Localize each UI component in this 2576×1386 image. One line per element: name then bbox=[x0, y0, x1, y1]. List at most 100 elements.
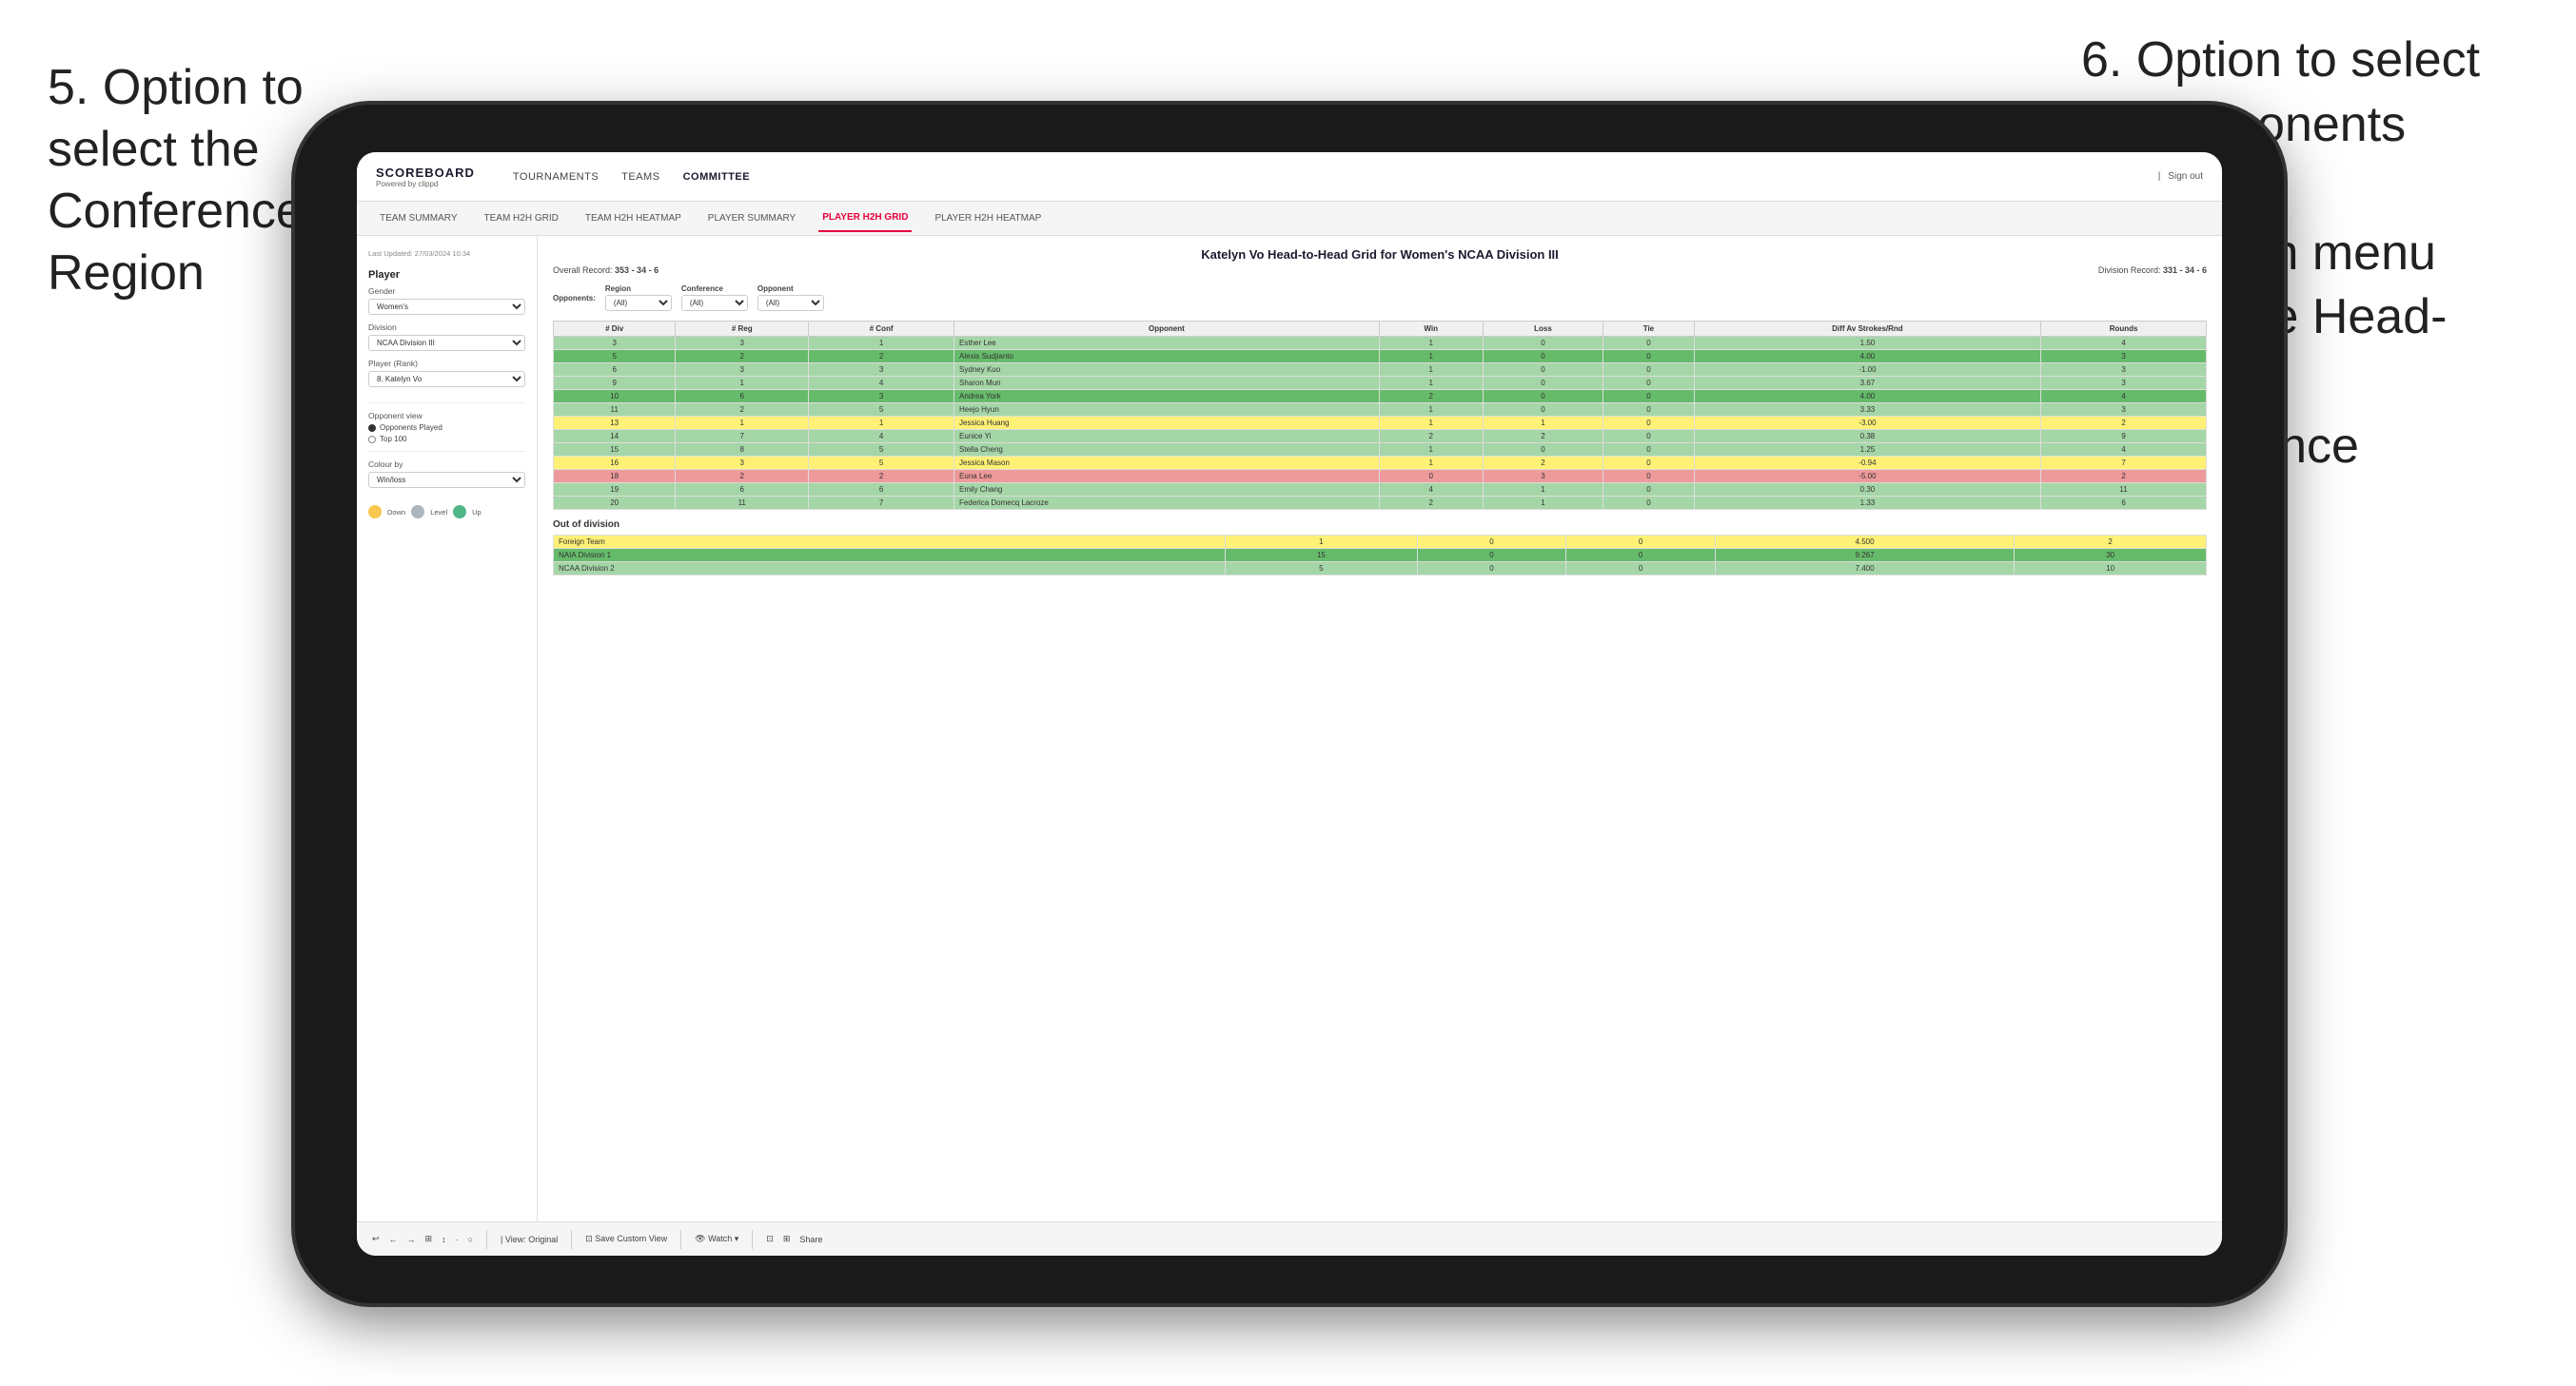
sidebar-divider bbox=[368, 402, 525, 403]
sidebar-top100-option[interactable]: Top 100 bbox=[368, 435, 525, 443]
table-cell: 13 bbox=[554, 417, 676, 430]
toolbar-circle[interactable]: ○ bbox=[468, 1235, 473, 1244]
sidebar-player-rank-select[interactable]: 8. Katelyn Vo bbox=[368, 371, 525, 387]
sidebar-division-label: Division bbox=[368, 322, 525, 332]
table-cell: -1.00 bbox=[1694, 363, 2040, 377]
toolbar-watch[interactable]: 👁 Watch ▾ bbox=[695, 1234, 738, 1244]
ood-cell: 0 bbox=[1566, 562, 1716, 576]
ood-cell: 0 bbox=[1417, 549, 1566, 562]
ood-label-cell: Foreign Team bbox=[554, 536, 1226, 549]
toolbar-export[interactable]: ⊡ bbox=[766, 1234, 774, 1244]
sub-nav-player-h2h-heatmap[interactable]: PLAYER H2H HEATMAP bbox=[931, 205, 1045, 231]
nav-item-committee[interactable]: COMMITTEE bbox=[683, 167, 751, 186]
table-cell: 0 bbox=[1483, 377, 1603, 390]
bottom-toolbar: ↩ ← → ⊞ ↕ · ○ | View: Original ⊡ Save Cu… bbox=[357, 1221, 2222, 1256]
opponent-label: Opponent bbox=[757, 284, 824, 293]
conference-select[interactable]: (All) bbox=[681, 295, 748, 311]
table-cell: 3 bbox=[676, 457, 809, 470]
table-cell: Euna Lee bbox=[954, 470, 1380, 483]
main-content: Last Updated: 27/03/2024 10:34 Player Ge… bbox=[357, 236, 2222, 1221]
table-cell: 11 bbox=[2041, 483, 2207, 497]
region-select[interactable]: (All) bbox=[605, 295, 672, 311]
sidebar-colour-by-select[interactable]: Win/loss bbox=[368, 472, 525, 488]
sidebar-opponents-played-option[interactable]: Opponents Played bbox=[368, 423, 525, 432]
table-cell: 1 bbox=[1379, 443, 1483, 457]
table-cell: 1 bbox=[1379, 350, 1483, 363]
table-cell: 0.30 bbox=[1694, 483, 2040, 497]
sub-nav-player-h2h-grid[interactable]: PLAYER H2H GRID bbox=[818, 205, 912, 232]
sub-nav: TEAM SUMMARY TEAM H2H GRID TEAM H2H HEAT… bbox=[357, 202, 2222, 236]
ood-cell: 0 bbox=[1417, 536, 1566, 549]
table-row: 1125Heejo Hyun1003.333 bbox=[554, 403, 2207, 417]
toolbar-back[interactable]: ← bbox=[389, 1235, 398, 1244]
table-row: 331Esther Lee1001.504 bbox=[554, 337, 2207, 350]
ood-cell: 4.500 bbox=[1715, 536, 2014, 549]
table-cell: 0 bbox=[1603, 390, 1695, 403]
th-loss: Loss bbox=[1483, 322, 1603, 337]
nav-items: TOURNAMENTS TEAMS COMMITTEE bbox=[513, 167, 2130, 186]
toolbar-forward[interactable]: → bbox=[407, 1235, 416, 1244]
table-cell: 11 bbox=[554, 403, 676, 417]
radio-top100-label: Top 100 bbox=[380, 435, 406, 443]
sidebar-gender-select[interactable]: Women's Men's bbox=[368, 299, 525, 315]
toolbar-share-icon[interactable]: ⊞ bbox=[783, 1234, 791, 1244]
logo-sub: Powered by clippd bbox=[376, 180, 475, 188]
toolbar-divider-3 bbox=[680, 1230, 681, 1249]
th-conf: # Conf bbox=[809, 322, 954, 337]
main-table: # Div # Reg # Conf Opponent Win Loss Tie… bbox=[553, 321, 2207, 510]
table-cell: 1 bbox=[1483, 483, 1603, 497]
sub-nav-team-h2h-heatmap[interactable]: TEAM H2H HEATMAP bbox=[581, 205, 685, 231]
division-record: Division Record: 331 - 34 - 6 bbox=[2098, 265, 2207, 275]
table-row: 1585Stella Cheng1001.254 bbox=[554, 443, 2207, 457]
legend-up-dot bbox=[453, 505, 466, 518]
sidebar-division-select[interactable]: NCAA Division III NCAA Division I NCAA D… bbox=[368, 335, 525, 351]
table-cell: 18 bbox=[554, 470, 676, 483]
ood-table-row: Foreign Team1004.5002 bbox=[554, 536, 2207, 549]
logo-area: SCOREBOARD Powered by clippd bbox=[376, 166, 475, 188]
nav-sign-out[interactable]: Sign out bbox=[2168, 171, 2203, 182]
grid-area: Katelyn Vo Head-to-Head Grid for Women's… bbox=[538, 236, 2222, 1221]
table-cell: 1 bbox=[1483, 497, 1603, 510]
toolbar-grid[interactable]: ⊞ bbox=[425, 1234, 433, 1244]
table-row: 914Sharon Mun1003.673 bbox=[554, 377, 2207, 390]
tablet-screen: SCOREBOARD Powered by clippd TOURNAMENTS… bbox=[357, 152, 2222, 1256]
grid-title: Katelyn Vo Head-to-Head Grid for Women's… bbox=[553, 247, 2207, 262]
legend-level-label: Level bbox=[430, 508, 447, 517]
conference-filter-group: Conference (All) bbox=[681, 284, 748, 311]
table-cell: 4 bbox=[809, 377, 954, 390]
table-cell: 0 bbox=[1603, 363, 1695, 377]
table-cell: 0 bbox=[1603, 470, 1695, 483]
legend-down-label: Down bbox=[387, 508, 405, 517]
toolbar-view-original[interactable]: | View: Original bbox=[501, 1235, 558, 1244]
table-cell: 3.33 bbox=[1694, 403, 2040, 417]
nav-item-teams[interactable]: TEAMS bbox=[621, 167, 659, 186]
table-cell: 1 bbox=[1379, 363, 1483, 377]
toolbar-dot[interactable]: · bbox=[456, 1235, 459, 1244]
sidebar-colour-by-label: Colour by bbox=[368, 459, 525, 469]
opponent-filter-group: Opponent (All) bbox=[757, 284, 824, 311]
logo-text: SCOREBOARD bbox=[376, 166, 475, 180]
table-cell: 4 bbox=[809, 430, 954, 443]
opponent-select[interactable]: (All) bbox=[757, 295, 824, 311]
table-cell: 2 bbox=[1483, 457, 1603, 470]
ood-table-row: NCAA Division 25007.40010 bbox=[554, 562, 2207, 576]
table-cell: 1 bbox=[676, 417, 809, 430]
toolbar-arrows[interactable]: ↕ bbox=[442, 1235, 446, 1244]
toolbar-share[interactable]: Share bbox=[799, 1235, 822, 1244]
top-nav: SCOREBOARD Powered by clippd TOURNAMENTS… bbox=[357, 152, 2222, 202]
sidebar-updated: Last Updated: 27/03/2024 10:34 bbox=[368, 249, 525, 258]
toolbar-undo[interactable]: ↩ bbox=[372, 1234, 380, 1244]
sub-nav-team-h2h-grid[interactable]: TEAM H2H GRID bbox=[481, 205, 562, 231]
sub-nav-team-summary[interactable]: TEAM SUMMARY bbox=[376, 205, 462, 231]
opponents-filter-label: Opponents: bbox=[553, 294, 596, 303]
ood-cell: 0 bbox=[1417, 562, 1566, 576]
overall-record-value: 353 - 34 - 6 bbox=[615, 265, 659, 275]
nav-item-tournaments[interactable]: TOURNAMENTS bbox=[513, 167, 599, 186]
table-cell: 1 bbox=[1379, 337, 1483, 350]
division-record-value: 331 - 34 - 6 bbox=[2163, 265, 2207, 275]
toolbar-save-custom-view[interactable]: ⊡ Save Custom View bbox=[585, 1234, 667, 1244]
table-cell: 14 bbox=[554, 430, 676, 443]
table-cell: 1 bbox=[809, 337, 954, 350]
sub-nav-player-summary[interactable]: PLAYER SUMMARY bbox=[704, 205, 799, 231]
table-cell: 6 bbox=[809, 483, 954, 497]
